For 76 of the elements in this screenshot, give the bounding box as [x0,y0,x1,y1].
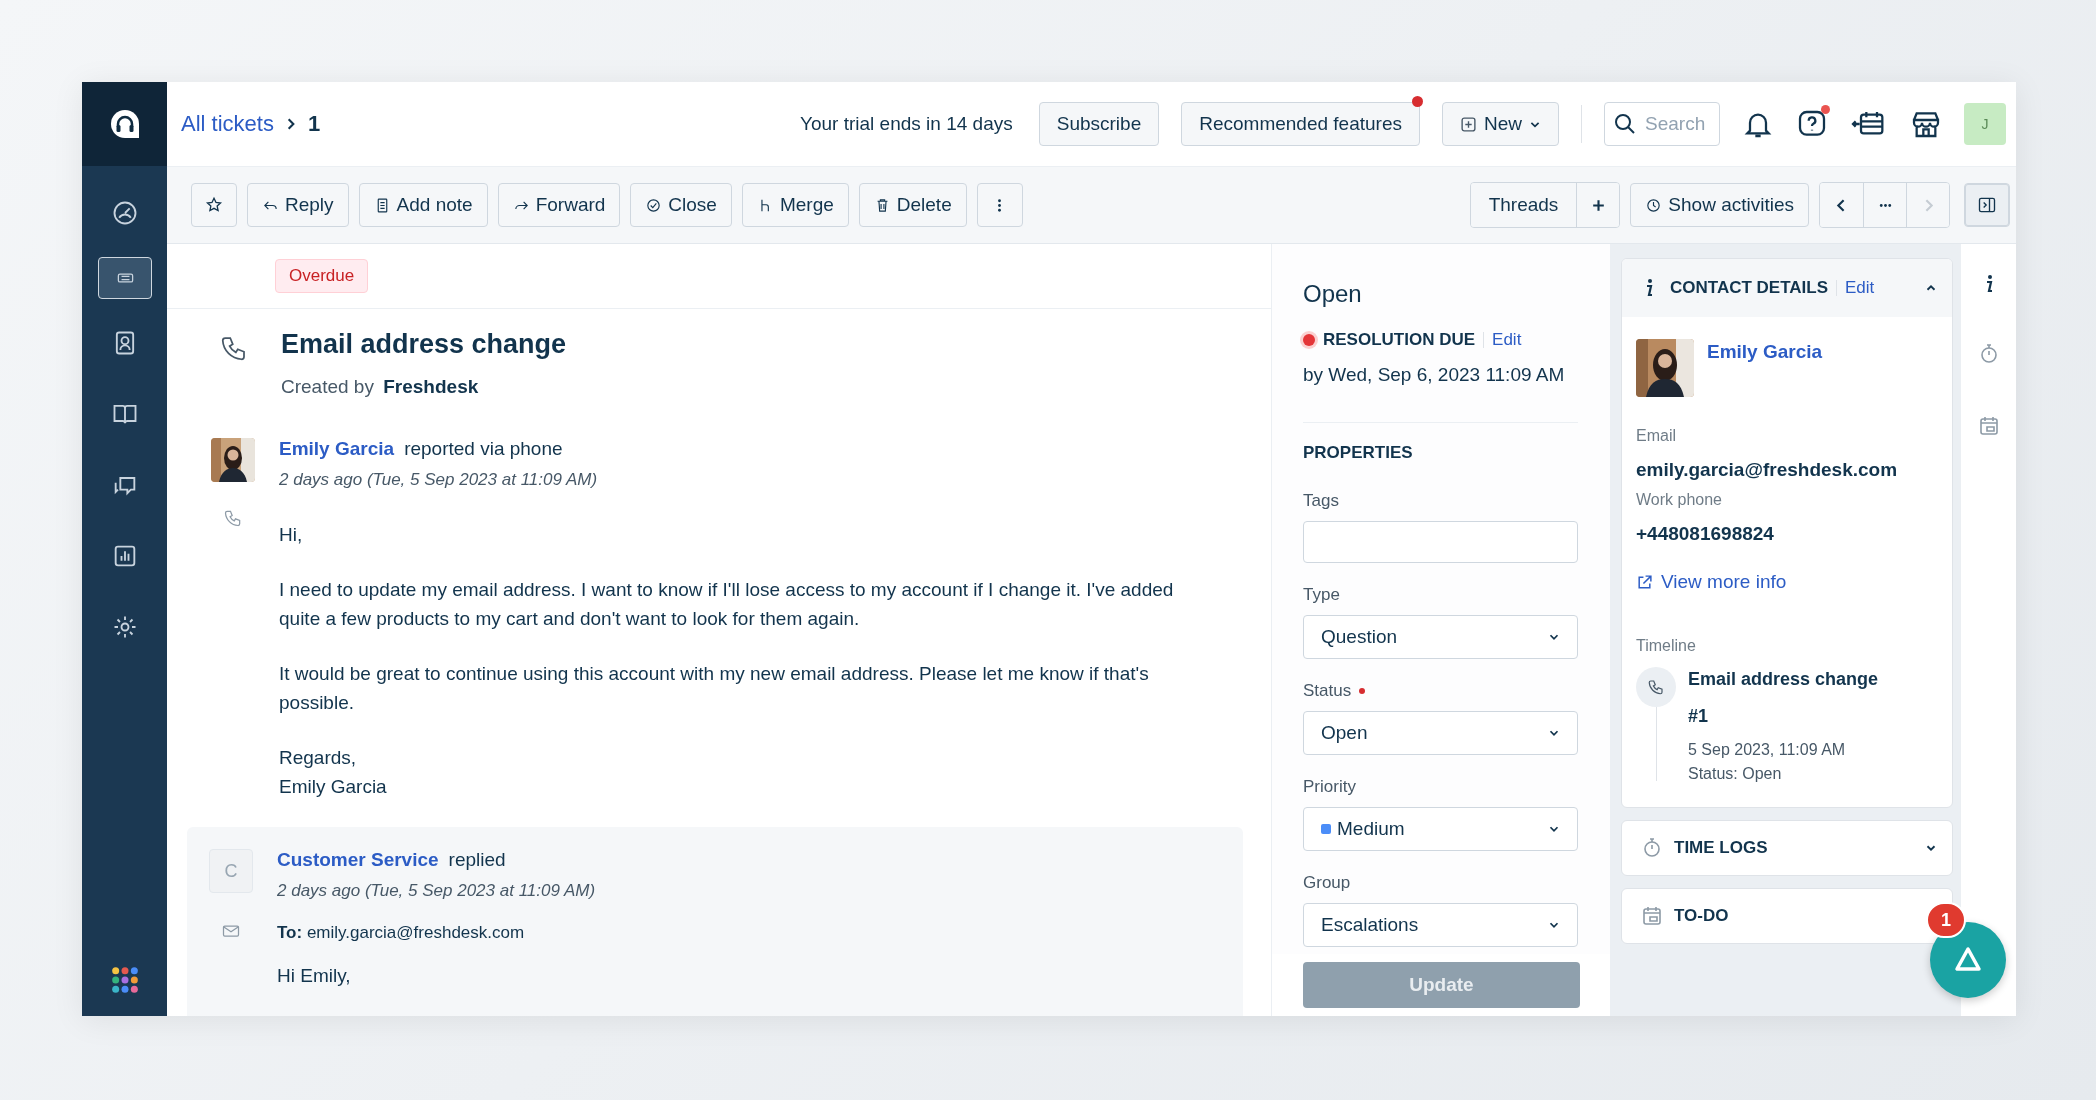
close-button[interactable]: Close [630,183,732,227]
field-label: Email [1636,427,1677,445]
status-title: Open [1303,280,1363,308]
properties-heading: PROPERTIES [1303,443,1414,463]
phone-icon [223,508,243,528]
author-action: reported via phone [404,438,563,460]
ticket-title: Email address change [281,329,567,360]
contact-name-link[interactable]: Emily Garcia [1707,341,1823,397]
message-paragraph: Hi, [279,523,304,547]
timeline-date: 5 Sep 2023, 11:09 AM [1688,741,1847,759]
field-value: +448081698824 [1636,523,1775,545]
field-label: Work phone [1636,491,1723,509]
calendar-icon [1640,904,1664,928]
field-label: Status [1303,681,1352,701]
reply-button[interactable]: Reply [247,183,349,227]
apps-grid-icon[interactable] [110,966,139,994]
trial-notice: Your trial ends in 14 days [800,113,1013,135]
author-action: replied [448,849,506,871]
recommended-features-button[interactable]: Recommended features [1181,102,1420,146]
check-circle-icon [645,196,663,214]
message-paragraph: Regards, Emily Garcia [279,746,388,799]
clock-icon [1645,196,1663,214]
tags-field[interactable] [1303,521,1578,563]
ticket-icon[interactable] [97,257,152,299]
plus-square-icon [1460,115,1477,133]
new-button[interactable]: New [1442,102,1559,146]
required-mark [1359,688,1366,694]
show-activities-button[interactable]: Show activities [1630,183,1809,227]
edit-link[interactable]: Edit [1492,330,1522,350]
timeline-label: Timeline [1636,637,1697,655]
view-more-info-link[interactable]: View more info [1636,571,1938,593]
timeline-status: Status: Open [1688,765,1783,783]
message-paragraph: It would be great to continue using this account with my new email address. Please let me know if that's possible. [279,662,1150,715]
creator-name: Freshdesk [383,376,479,397]
field-label: Group [1303,873,1351,893]
message-paragraph: I need to update my email address. I want to know if I'll lose access to my account if I change it. I've added quite a few products to my cart and don't want to look for them again. [279,578,1175,631]
ticket-number: 1 [307,111,321,137]
sidebar-toggle-icon[interactable] [1964,183,2010,227]
ticket-number: #1 [1688,706,1710,727]
field-value: emily.garcia@freshdesk.com [1636,459,1899,481]
author-link[interactable]: Emily Garcia [279,438,395,460]
info-icon[interactable] [1984,274,1994,294]
select-field[interactable]: Open [1303,711,1578,755]
external-link-icon [1636,573,1653,591]
recipient-line: To: emily.garcia@freshdesk.com [277,923,526,943]
created-by-label: Created by [281,376,374,397]
field-label: Tags [1303,491,1339,511]
search-icon [1613,112,1637,136]
edit-link[interactable]: Edit [1845,278,1875,298]
note-button[interactable]: Add note [358,183,488,227]
forward-button[interactable]: Forward [497,183,621,227]
delete-button[interactable]: Delete [858,183,967,227]
author-link[interactable]: Customer Service [277,849,439,871]
info-icon [1644,278,1654,298]
search-field[interactable]: Search [1604,102,1720,146]
calendar-icon[interactable] [1977,414,2001,438]
overdue-badge: Overdue [275,259,369,293]
select-field[interactable]: Escalations [1303,903,1578,947]
avatar-initial: C [209,849,253,893]
field-label: Type [1303,585,1340,605]
select-field[interactable]: Question [1303,615,1578,659]
due-date: by Wed, Sep 6, 2023 11:09 AM [1303,364,1578,423]
add-thread-icon[interactable] [1576,183,1620,227]
resolution-due-label: RESOLUTION DUE [1323,330,1476,350]
select-field[interactable]: Medium [1303,807,1578,851]
message-time: 2 days ago (Tue, 5 Sep 2023 at 11:09 AM) [279,470,599,490]
alert-dot-icon [1303,334,1315,346]
message-paragraph: Hi Emily, [277,965,352,987]
timeline-title: Email address change [1688,669,1879,690]
subscribe-button[interactable]: Subscribe [1038,102,1160,146]
all-tickets-link[interactable]: All tickets [181,111,274,137]
field-label: Priority [1303,777,1356,797]
contact-details-heading: CONTACT DETAILS [1670,278,1829,298]
merge-button[interactable]: Merge [741,183,849,227]
collapsed-panel[interactable]: TIME LOGS [1621,820,1953,876]
message-time: 2 days ago (Tue, 5 Sep 2023 at 11:09 AM) [277,881,597,901]
